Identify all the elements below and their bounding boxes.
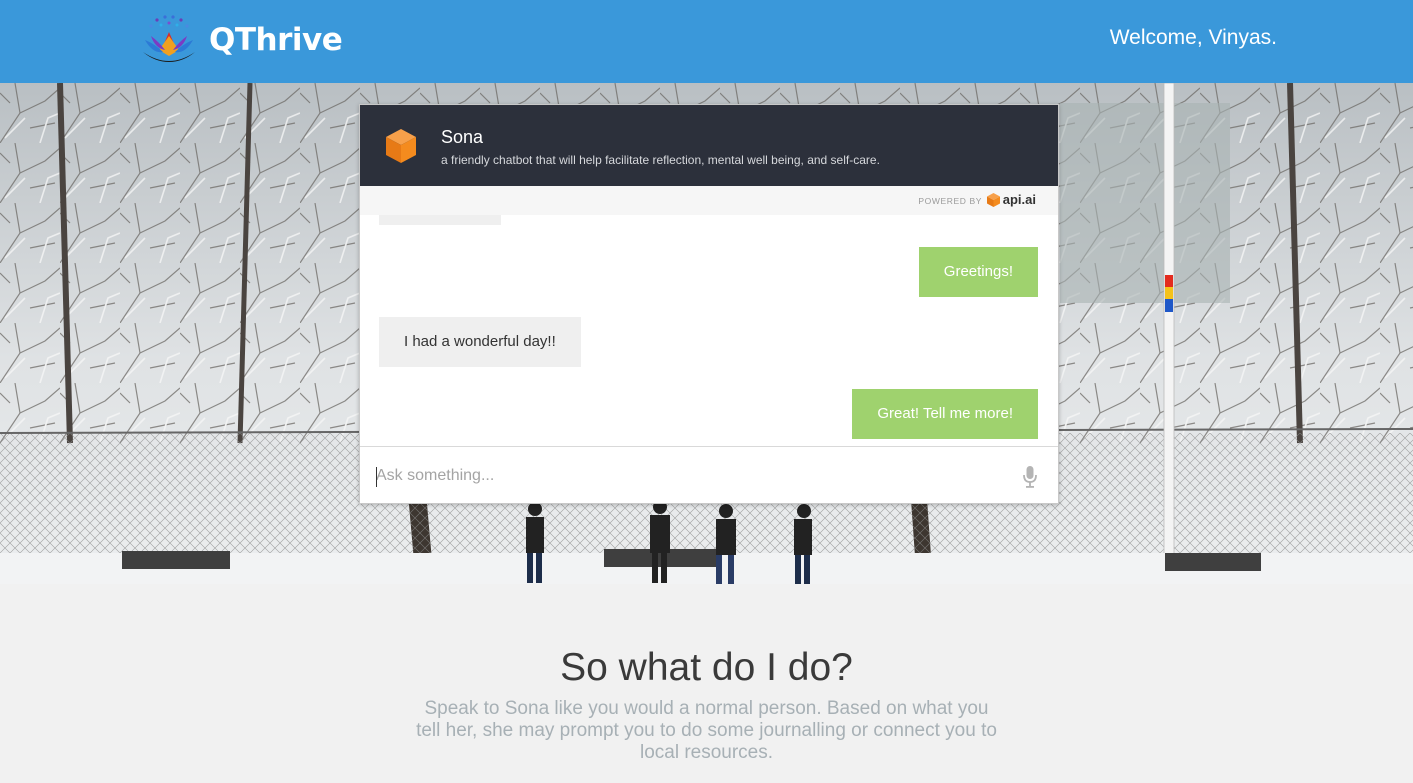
microphone-icon[interactable]	[1022, 465, 1038, 489]
lotus-logo-icon	[143, 15, 195, 62]
chat-message-bot: I had a wonderful day!!	[379, 317, 581, 367]
bot-description: a friendly chatbot that will help facili…	[441, 153, 880, 167]
chat-message-user: Greetings!	[918, 247, 1038, 297]
chat-header: Sona a friendly chatbot that will help f…	[360, 105, 1058, 186]
cube-icon	[386, 129, 416, 163]
welcome-message: Welcome, Vinyas.	[1109, 26, 1277, 49]
text-caret	[376, 467, 377, 487]
bot-name: Sona	[441, 127, 484, 147]
chat-input[interactable]	[376, 457, 996, 495]
info-text: Speak to Sona like you would a normal pe…	[416, 698, 997, 763]
brand[interactable]: QThrive	[137, 14, 343, 66]
info-title: So what do I do?	[560, 646, 853, 689]
chat-messages: Greetings! I had a wonderful day!! Great…	[360, 215, 1058, 446]
brand-name: QThrive	[209, 22, 343, 58]
chat-message-bot	[379, 215, 501, 225]
powered-by-bar: POWERED BY api.ai	[360, 186, 1058, 215]
info-section: So what do I do? Speak to Sona like you …	[0, 584, 1413, 783]
powered-by-label: POWERED BY	[918, 196, 982, 206]
chat-input-bar	[360, 446, 1058, 503]
top-navbar: QThrive Welcome, Vinyas.	[0, 0, 1413, 83]
api-ai-cube-icon	[986, 192, 1000, 207]
api-ai-logo[interactable]: api.ai	[986, 192, 1036, 207]
chat-message-user: Great! Tell me more!	[852, 389, 1038, 439]
api-ai-brand: api.ai	[1002, 192, 1036, 207]
chat-widget: Sona a friendly chatbot that will help f…	[359, 104, 1059, 504]
